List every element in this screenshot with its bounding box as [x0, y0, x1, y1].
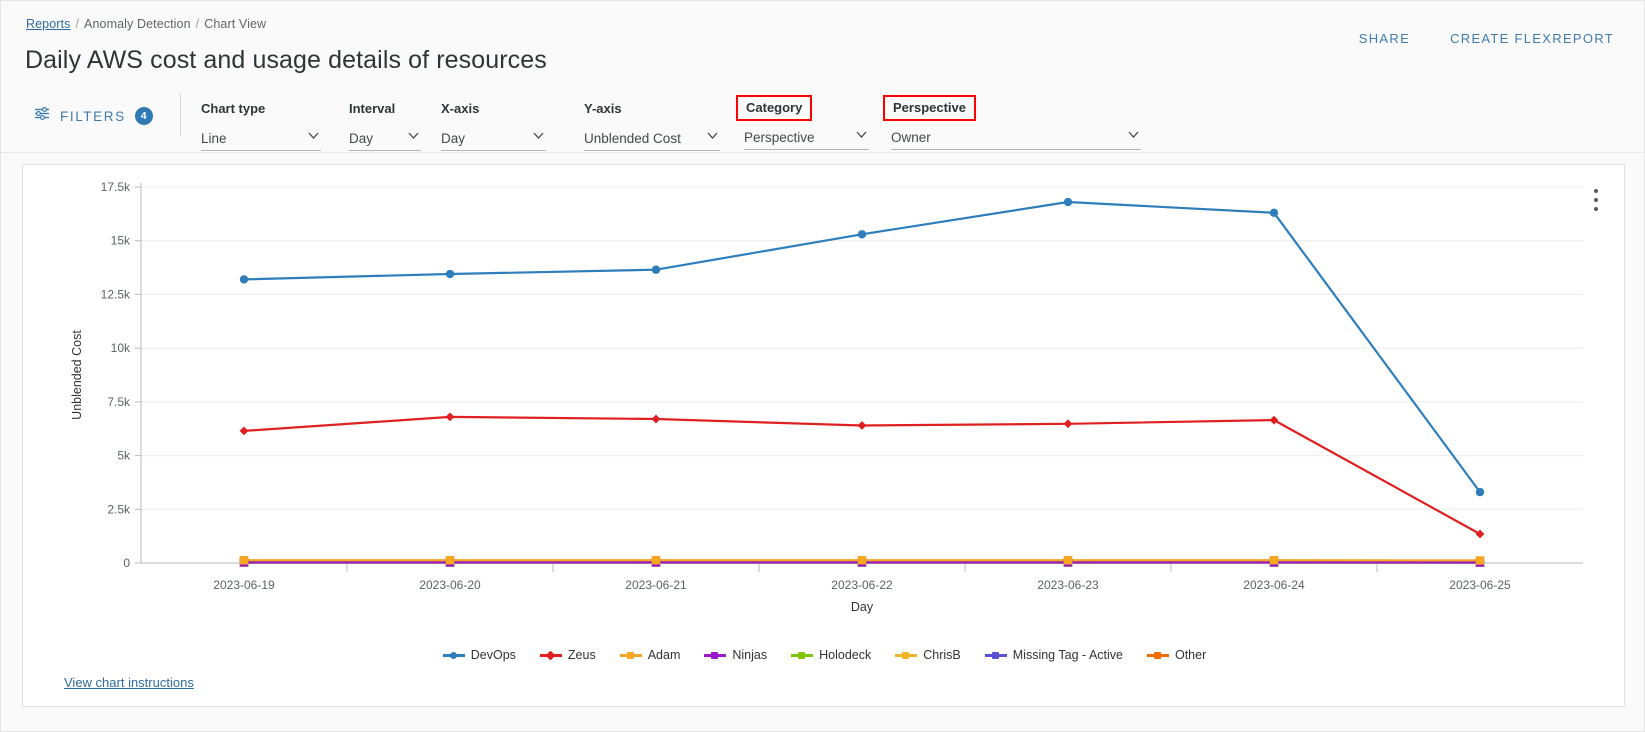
chart-view-page: Reports / Anomaly Detection / Chart View Dai… [0, 0, 1645, 732]
filters-count-badge: 4 [134, 107, 153, 125]
y-axis-select[interactable]: Unblended Cost [584, 126, 720, 151]
legend-label: Other [1174, 648, 1207, 662]
svg-text:0: 0 [123, 556, 130, 570]
filters-label: FILTERS [60, 108, 126, 124]
category-select[interactable]: Perspective [744, 125, 869, 150]
legend-marker-icon [895, 650, 918, 660]
y-axis-value: Unblended Cost [584, 130, 681, 146]
svg-text:17.5k: 17.5k [101, 180, 131, 194]
header-actions: SHARE CREATE FLEXREPORT [1359, 31, 1614, 46]
svg-text:2023-06-25: 2023-06-25 [1449, 578, 1511, 592]
line-chart[interactable]: 0 2.5k 5k 7.5k 10k 12.5k 15k 17.5k Unblended Cos… [23, 165, 1626, 635]
breadcrumb-separator-1: / [75, 17, 80, 31]
legend-label: Adam [647, 648, 681, 662]
x-axis-select[interactable]: Day [441, 126, 546, 151]
svg-text:10k: 10k [111, 341, 131, 355]
svg-text:5k: 5k [117, 449, 131, 463]
legend-item[interactable]: Zeus [539, 648, 596, 662]
filters-divider [180, 93, 181, 137]
chart-card: 0 2.5k 5k 7.5k 10k 12.5k 15k 17.5k Unblended Cos… [22, 164, 1625, 707]
filters-icon [34, 106, 51, 126]
svg-text:2023-06-21: 2023-06-21 [625, 578, 687, 592]
chevron-down-icon [856, 131, 867, 138]
field-label-y-axis: Y-axis [584, 101, 622, 116]
svg-text:2023-06-23: 2023-06-23 [1037, 578, 1099, 592]
chevron-down-icon [408, 132, 419, 139]
legend-label: DevOps [470, 648, 516, 662]
chevron-down-icon [308, 132, 319, 139]
field-perspective: Perspective Owner [883, 95, 1141, 150]
svg-text:2023-06-22: 2023-06-22 [831, 578, 893, 592]
field-chart-type: Chart type Line [201, 101, 321, 151]
svg-text:2023-06-20: 2023-06-20 [419, 578, 481, 592]
chart-legend: DevOps Zeus Adam Ninjas Holodeck ChrisB Missin… [23, 648, 1626, 662]
legend-marker-icon [984, 650, 1007, 660]
legend-marker-icon [791, 650, 814, 660]
field-x-axis: X-axis Day [441, 101, 546, 151]
page-title: Daily AWS cost and usage details of reso… [25, 46, 547, 74]
svg-text:2023-06-24: 2023-06-24 [1243, 578, 1305, 592]
chevron-down-icon [707, 132, 718, 139]
field-label-x-axis: X-axis [441, 101, 480, 116]
chart-plot-area: 0 2.5k 5k 7.5k 10k 12.5k 15k 17.5k Unblended Cos… [23, 165, 1626, 665]
view-chart-instructions-link[interactable]: View chart instructions [64, 675, 194, 690]
legend-item[interactable]: DevOps [442, 648, 516, 662]
filters-button[interactable]: FILTERS 4 [34, 106, 153, 126]
legend-marker-icon [539, 650, 562, 660]
legend-marker-icon [1146, 650, 1169, 660]
breadcrumb-separator-2: / [195, 17, 200, 31]
field-label-interval: Interval [349, 101, 396, 116]
svg-text:Unblended Cost: Unblended Cost [70, 330, 84, 420]
interval-select[interactable]: Day [349, 126, 421, 151]
svg-text:15k: 15k [111, 234, 131, 248]
legend-label: Holodeck [819, 648, 872, 662]
svg-text:Day: Day [851, 600, 874, 614]
legend-item[interactable]: Missing Tag - Active [984, 648, 1123, 662]
chevron-down-icon [533, 132, 544, 139]
field-category: Category Perspective [736, 95, 869, 150]
legend-marker-icon [704, 650, 727, 660]
page-header: Reports / Anomaly Detection / Chart View Dai… [1, 1, 1644, 153]
chevron-down-icon [1128, 131, 1139, 138]
filters-row: FILTERS 4 Chart type Line Interval Day X… [1, 89, 1644, 151]
legend-label: Ninjas [732, 648, 768, 662]
field-y-axis: Y-axis Unblended Cost [584, 101, 720, 151]
svg-text:7.5k: 7.5k [107, 395, 131, 409]
svg-text:2.5k: 2.5k [107, 502, 131, 516]
share-link[interactable]: SHARE [1359, 31, 1410, 46]
field-label-category: Category [736, 95, 813, 121]
perspective-select[interactable]: Owner [891, 125, 1141, 150]
field-interval: Interval Day [349, 101, 421, 151]
perspective-value: Owner [891, 129, 931, 145]
legend-marker-icon [619, 650, 642, 660]
chart-type-value: Line [201, 130, 227, 146]
breadcrumb-item-chart-view: Chart View [204, 17, 267, 31]
legend-label: Missing Tag - Active [1012, 648, 1123, 662]
interval-value: Day [349, 130, 374, 146]
field-label-chart-type: Chart type [201, 101, 266, 116]
legend-item[interactable]: Adam [619, 648, 681, 662]
svg-text:12.5k: 12.5k [101, 287, 131, 301]
breadcrumb: Reports / Anomaly Detection / Chart View [26, 17, 266, 31]
field-label-perspective: Perspective [883, 95, 976, 121]
legend-label: Zeus [567, 648, 596, 662]
x-axis-value: Day [441, 130, 466, 146]
legend-item[interactable]: Ninjas [704, 648, 767, 662]
create-flexreport-link[interactable]: CREATE FLEXREPORT [1450, 31, 1614, 46]
chart-type-select[interactable]: Line [201, 126, 321, 151]
breadcrumb-link-reports[interactable]: Reports [26, 17, 70, 31]
legend-item[interactable]: Other [1146, 648, 1207, 662]
breadcrumb-item-anomaly-detection[interactable]: Anomaly Detection [84, 17, 191, 31]
legend-item[interactable]: Holodeck [791, 648, 871, 662]
legend-label: ChrisB [923, 648, 961, 662]
category-value: Perspective [744, 129, 815, 145]
legend-item[interactable]: ChrisB [895, 648, 961, 662]
legend-marker-icon [442, 650, 465, 660]
svg-text:2023-06-19: 2023-06-19 [213, 578, 275, 592]
